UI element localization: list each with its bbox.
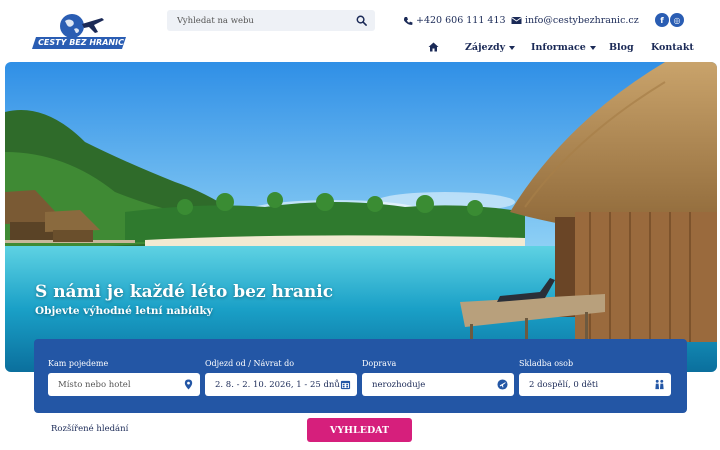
- nav-blog[interactable]: Blog: [609, 40, 634, 54]
- destination-placeholder: Místo nebo hotel: [58, 379, 131, 390]
- destination-field[interactable]: Místo nebo hotel: [48, 373, 200, 396]
- hero-image: [5, 62, 717, 372]
- dates-value: 2. 8. - 2. 10. 2026, 1 - 25 dnů: [215, 379, 340, 390]
- site-search: [167, 10, 375, 31]
- phone-icon: [403, 16, 413, 25]
- travelers-value: 2 dospělí, 0 děti: [529, 379, 599, 390]
- chevron-down-icon: [589, 45, 596, 50]
- nav-kontakt-label: Kontakt: [651, 41, 694, 53]
- nav-informace[interactable]: Informace: [531, 40, 596, 54]
- logo-text: CESTY BEZ HRANIC: [38, 37, 124, 47]
- email-link[interactable]: info@cestybezhranic.cz: [511, 15, 639, 26]
- facebook-icon[interactable]: f: [655, 13, 669, 27]
- advanced-search-link[interactable]: Rozšířené hledání: [51, 424, 128, 434]
- site-search-input[interactable]: [177, 15, 347, 26]
- home-icon: [428, 42, 439, 52]
- nav-zajezdy[interactable]: Zájezdy: [465, 40, 516, 54]
- logo-graphic: [32, 14, 126, 49]
- phone-link[interactable]: +420 606 111 413: [403, 15, 506, 26]
- dates-field[interactable]: 2. 8. - 2. 10. 2026, 1 - 25 dnů: [205, 373, 357, 396]
- instagram-icon[interactable]: ◎: [670, 13, 684, 27]
- nav-informace-label: Informace: [531, 41, 586, 53]
- hero-title: S námi je každé léto bez hranic: [35, 282, 334, 302]
- hero-subtitle: Objevte výhodné letní nabídky: [35, 305, 213, 317]
- envelope-icon: [511, 17, 522, 24]
- travelers-field[interactable]: 2 dospělí, 0 děti: [519, 373, 671, 396]
- nav-blog-label: Blog: [609, 41, 634, 53]
- chevron-down-icon: [509, 45, 516, 50]
- transport-label: Doprava: [362, 359, 397, 368]
- plane-icon: [497, 379, 508, 390]
- nav-zajezdy-label: Zájezdy: [465, 41, 506, 53]
- nav-kontakt[interactable]: Kontakt: [651, 40, 694, 54]
- destination-label: Kam pojedeme: [48, 359, 109, 368]
- map-pin-icon: [184, 379, 193, 390]
- email-address: info@cestybezhranic.cz: [525, 15, 639, 26]
- search-submit-button[interactable]: VYHLEDAT: [307, 418, 412, 442]
- site-logo[interactable]: CESTY BEZ HRANIC: [32, 12, 130, 54]
- nav-home[interactable]: [428, 40, 439, 54]
- phone-number: +420 606 111 413: [416, 15, 506, 26]
- transport-select[interactable]: nerozhoduje: [362, 373, 514, 396]
- transport-value: nerozhoduje: [372, 379, 426, 390]
- travelers-label: Skladba osob: [519, 359, 574, 368]
- hero-banner: [5, 62, 717, 372]
- calendar-icon: [340, 380, 351, 390]
- people-icon: [655, 379, 664, 390]
- dates-label: Odjezd od / Návrat do: [205, 359, 295, 368]
- search-icon[interactable]: [356, 15, 367, 26]
